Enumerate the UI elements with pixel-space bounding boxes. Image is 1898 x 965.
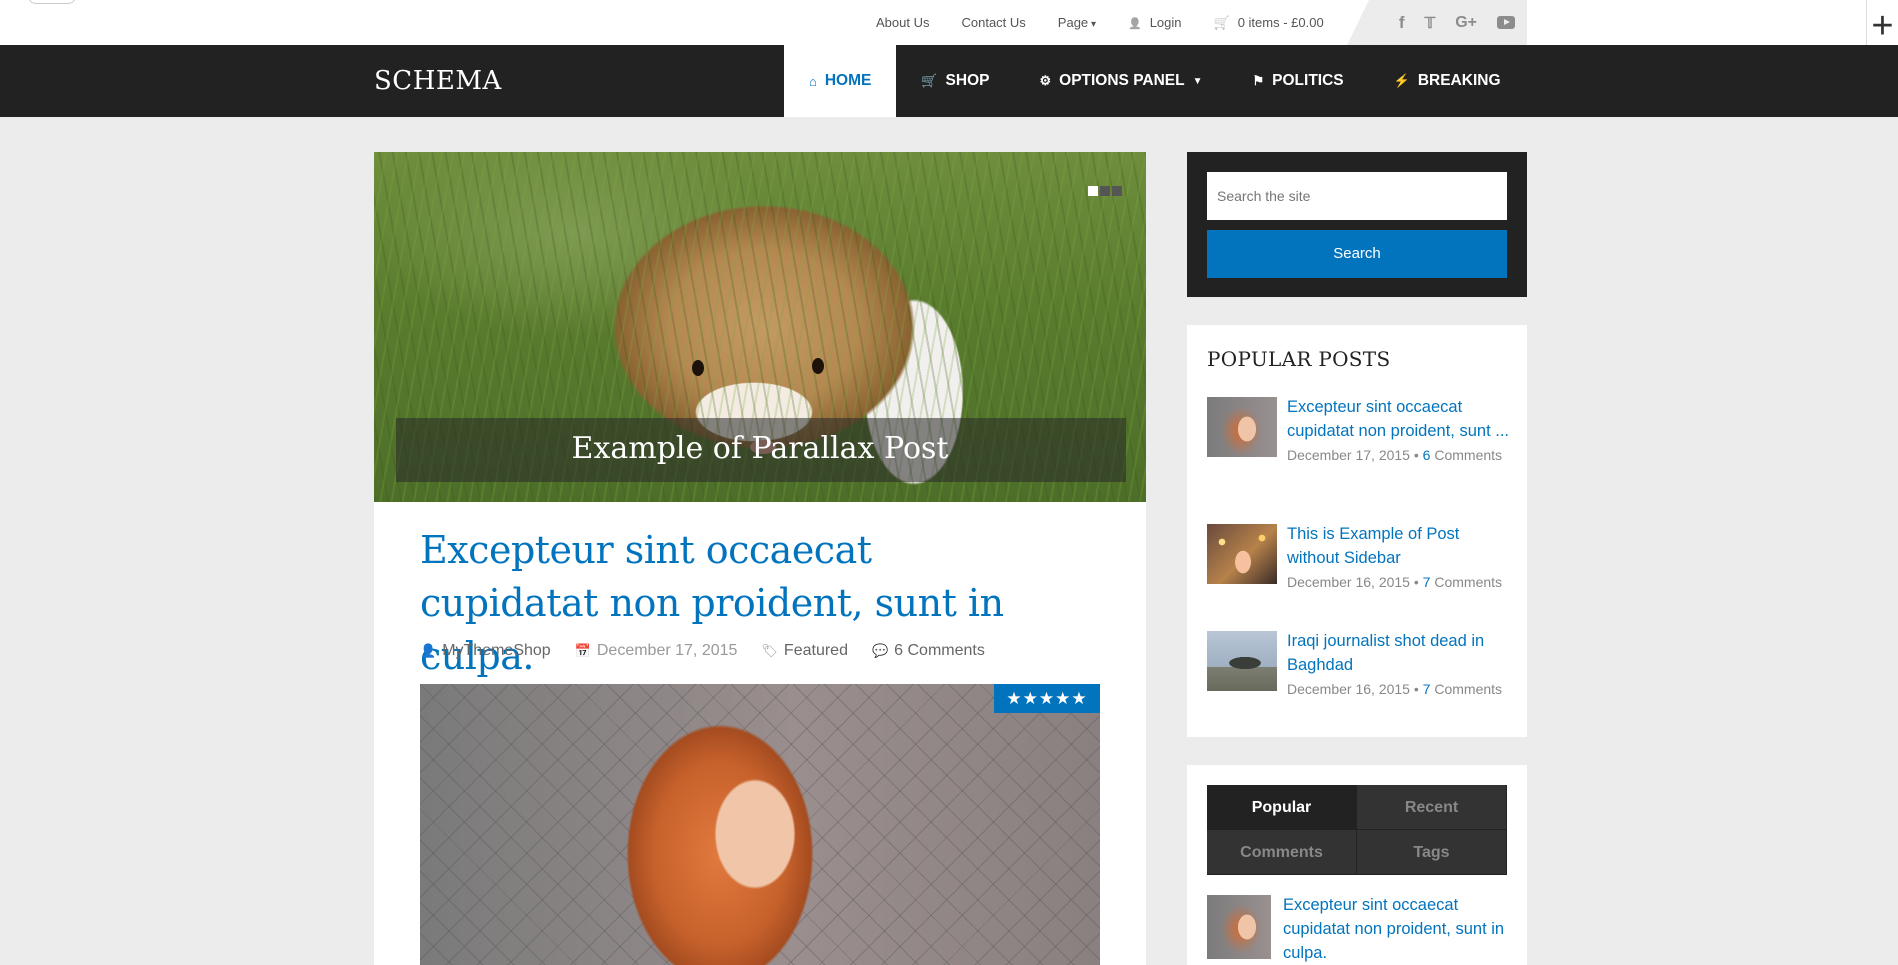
post-comments-label: 6 Comments	[894, 642, 985, 659]
slider-pagination	[1088, 186, 1122, 196]
tag-icon: 🏷	[761, 643, 778, 658]
popular-post-meta: December 17, 2015 • 6 Comments	[1287, 447, 1503, 463]
contact-us-link[interactable]: Contact Us	[961, 15, 1025, 30]
chevron-down-icon: ▼	[1192, 75, 1203, 87]
slider-dot[interactable]	[1112, 186, 1122, 196]
popular-post-comment-count[interactable]: 7	[1423, 574, 1431, 590]
nav-item-label: SHOP	[945, 72, 990, 89]
top-links: About Us Contact Us Page Login 0 items -…	[876, 0, 1356, 45]
popular-post-meta: December 16, 2015 • 7 Comments	[1287, 574, 1503, 590]
nav-item-shop[interactable]: 🛒 SHOP	[896, 45, 1014, 117]
calendar-icon: 📅	[574, 643, 591, 658]
post-thumbnail[interactable]	[1207, 631, 1277, 691]
popular-post-comments-label: Comments	[1434, 574, 1503, 590]
search-button[interactable]: Search	[1207, 230, 1507, 278]
slider-dot[interactable]	[1100, 186, 1110, 196]
slider-dot[interactable]	[1088, 186, 1098, 196]
tab-tags[interactable]: Tags	[1357, 830, 1507, 875]
tab-recent[interactable]: Recent	[1357, 785, 1507, 830]
page-menu[interactable]: Page	[1058, 15, 1096, 30]
home-icon: ⌂	[809, 73, 817, 89]
comments-icon: 💬	[871, 643, 889, 658]
nav-item-label: BREAKING	[1417, 72, 1501, 89]
tabs-widget: Popular Recent Comments Tags Excepteur s…	[1187, 765, 1527, 965]
popular-posts-widget: POPULAR POSTS Excepteur sint occaecat cu…	[1187, 325, 1527, 737]
popular-post-link[interactable]: Iraqi journalist shot dead in Baghdad	[1287, 629, 1509, 677]
popular-post-meta: December 16, 2015 • 7 Comments	[1287, 681, 1503, 697]
popular-post-link[interactable]: This is Example of Post without Sidebar	[1287, 522, 1509, 570]
slider-caption[interactable]: Example of Parallax Post	[374, 425, 1146, 473]
widget-title: POPULAR POSTS	[1207, 347, 1391, 371]
nav-item-options-panel[interactable]: ⚙ OPTIONS PANEL ▼	[1014, 45, 1227, 117]
search-input[interactable]	[1207, 172, 1507, 220]
post-thumbnail[interactable]	[1207, 524, 1277, 584]
post-date-text: December 17, 2015	[596, 642, 738, 659]
post-card: Excepteur sint occaecat cupidatat non pr…	[374, 502, 1146, 965]
post-date: 📅 December 17, 2015	[575, 642, 738, 660]
main-nav: ⌂ HOME 🛒 SHOP ⚙ OPTIONS PANEL ▼ ⚑ POLITI…	[784, 45, 1526, 117]
slider-image-detail	[692, 360, 704, 376]
tab-popular[interactable]: Popular	[1207, 785, 1357, 830]
widget-tabs: Popular Recent Comments Tags	[1207, 785, 1507, 875]
flag-icon: ⚑	[1252, 73, 1265, 88]
post-thumbnail[interactable]	[1207, 895, 1271, 959]
featured-slider[interactable]: Example of Parallax Post	[374, 152, 1146, 502]
popular-post-date: December 17, 2015	[1287, 447, 1410, 463]
post-author[interactable]: 👤 MyThemeShop	[420, 642, 551, 660]
facebook-icon[interactable]: f	[1399, 13, 1405, 33]
popular-post-comment-count[interactable]: 6	[1423, 447, 1431, 463]
rating-stars-badge: ★★★★★	[994, 684, 1100, 713]
popular-post-date: December 16, 2015	[1287, 574, 1410, 590]
popular-post-date: December 16, 2015	[1287, 681, 1410, 697]
post-category-label: Featured	[783, 642, 848, 659]
browser-tab-edge	[28, 0, 76, 4]
post-category[interactable]: 🏷 Featured	[761, 642, 848, 660]
post-featured-image[interactable]	[420, 684, 1100, 965]
twitter-icon[interactable]: 𝕋	[1425, 14, 1436, 32]
post-author-name: MyThemeShop	[442, 642, 551, 659]
post-meta: 👤 MyThemeShop 📅 December 17, 2015 🏷 Feature…	[420, 642, 985, 660]
nav-item-label: POLITICS	[1272, 72, 1344, 89]
site-logo[interactable]: SCHEMA	[374, 45, 502, 117]
youtube-icon[interactable]	[1497, 16, 1515, 29]
slider-image-detail	[812, 358, 824, 374]
popular-post-comments-label: Comments	[1434, 447, 1503, 463]
popular-post-comments-label: Comments	[1434, 681, 1503, 697]
user-icon: 👤	[420, 643, 437, 658]
about-us-link[interactable]: About Us	[876, 15, 929, 30]
login-link[interactable]: Login	[1128, 15, 1182, 30]
search-widget: Search	[1187, 152, 1527, 297]
social-icons: f 𝕋 G+	[1347, 0, 1527, 45]
cogs-icon: ⚙	[1039, 73, 1052, 88]
bolt-icon: ⚡	[1393, 73, 1410, 88]
post-comments[interactable]: 💬 6 Comments	[872, 642, 985, 660]
popular-post-comment-count[interactable]: 7	[1423, 681, 1431, 697]
nav-item-politics[interactable]: ⚑ POLITICS	[1228, 45, 1369, 117]
google-plus-icon[interactable]: G+	[1455, 14, 1477, 32]
nav-item-label: OPTIONS PANEL	[1059, 72, 1185, 89]
tab-post-link[interactable]: Excepteur sint occaecat cupidatat non pr…	[1283, 893, 1511, 965]
nav-item-breaking[interactable]: ⚡ BREAKING	[1369, 45, 1526, 117]
nav-item-label: HOME	[824, 72, 872, 89]
cart-icon: 🛒	[921, 73, 938, 88]
tab-comments[interactable]: Comments	[1207, 830, 1357, 875]
post-thumbnail[interactable]	[1207, 397, 1277, 457]
cart-summary[interactable]: 0 items - £0.00	[1214, 15, 1324, 31]
popular-post-link[interactable]: Excepteur sint occaecat cupidatat non pr…	[1287, 395, 1509, 443]
nav-item-home[interactable]: ⌂ HOME	[784, 45, 897, 117]
